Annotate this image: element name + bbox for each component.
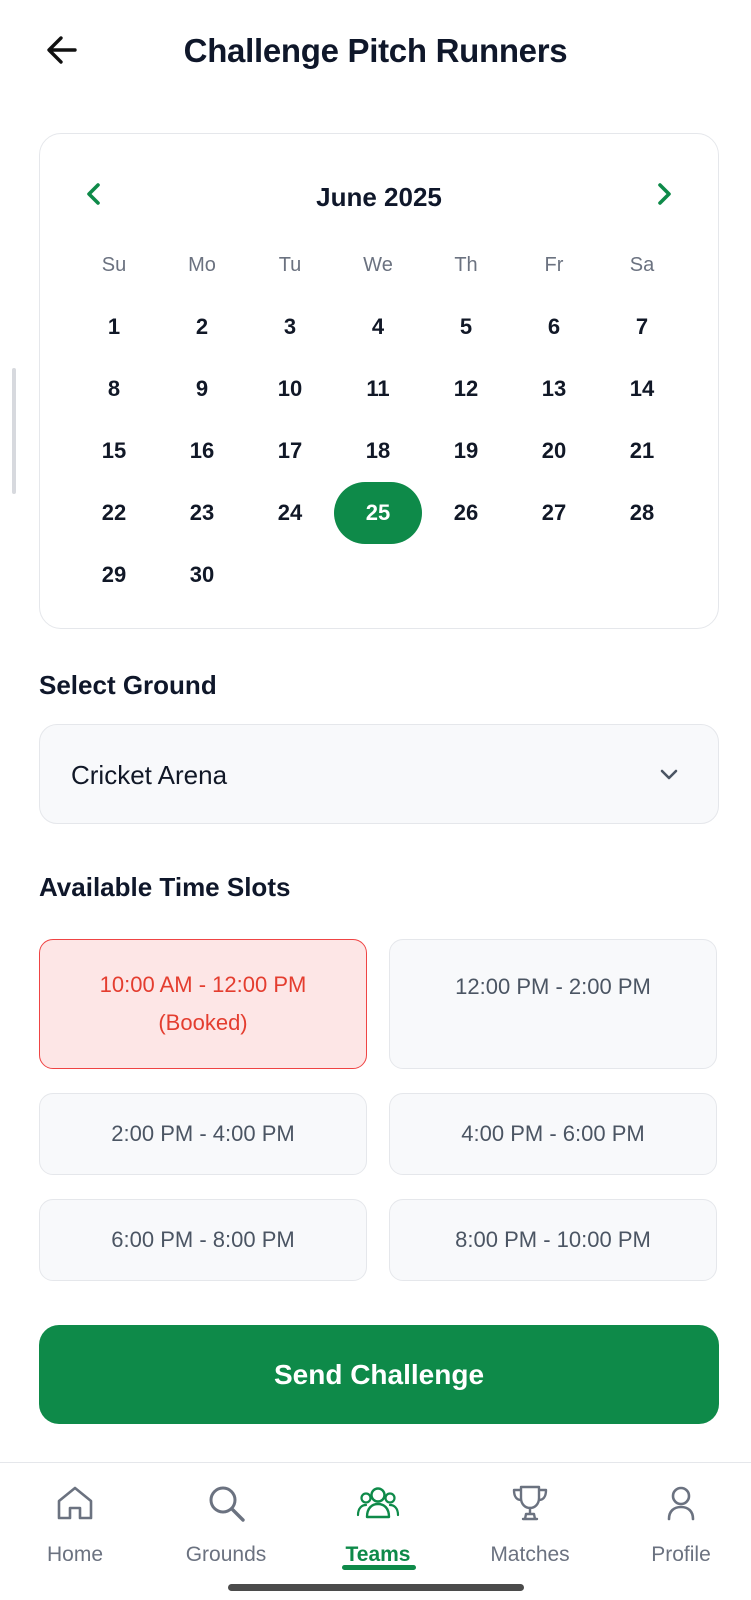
calendar-day[interactable]: 9 bbox=[158, 358, 246, 420]
time-slot-time: 4:00 PM - 6:00 PM bbox=[461, 1120, 645, 1146]
calendar-month-label: June 2025 bbox=[316, 182, 442, 212]
calendar-day[interactable]: 30 bbox=[158, 544, 246, 606]
time-slot-time: 8:00 PM - 10:00 PM bbox=[455, 1226, 651, 1252]
nav-item-grounds[interactable]: Grounds bbox=[151, 1463, 301, 1593]
calendar-day[interactable]: 16 bbox=[158, 420, 246, 482]
weekday-label: Sa bbox=[629, 253, 655, 276]
nav-label: Profile bbox=[651, 1543, 711, 1566]
time-slot-time: 6:00 PM - 8:00 PM bbox=[111, 1226, 295, 1252]
team-icon bbox=[356, 1487, 400, 1519]
nav-label: Home bbox=[46, 1543, 104, 1566]
time-slot[interactable]: 4:00 PM - 6:00 PM bbox=[389, 1093, 717, 1175]
time-slot[interactable]: 12:00 PM - 2:00 PM bbox=[389, 939, 717, 1069]
chevron-right-icon bbox=[658, 183, 671, 205]
weekday-label: Th bbox=[454, 253, 478, 276]
calendar-day[interactable]: 12 bbox=[422, 358, 510, 420]
weekday-label: Su bbox=[101, 253, 127, 276]
page-title: Challenge Pitch Runners bbox=[183, 32, 568, 69]
nav-item-matches[interactable]: Matches bbox=[455, 1463, 605, 1593]
time-slot-time: 10:00 AM - 12:00 PM bbox=[99, 971, 307, 997]
chevron-down-icon bbox=[660, 769, 678, 780]
calendar-day[interactable]: 26 bbox=[422, 482, 510, 544]
send-challenge-button[interactable]: Send Challenge bbox=[39, 1325, 719, 1424]
time-slots-label: Available Time Slots bbox=[39, 872, 291, 902]
search-icon bbox=[209, 1486, 245, 1522]
time-slot[interactable]: 2:00 PM - 4:00 PM bbox=[39, 1093, 367, 1175]
time-slot[interactable]: 8:00 PM - 10:00 PM bbox=[389, 1199, 717, 1281]
calendar-day[interactable]: 29 bbox=[70, 544, 158, 606]
ground-select-value: Cricket Arena bbox=[71, 760, 228, 790]
calendar-day[interactable]: 28 bbox=[598, 482, 686, 544]
calendar-day[interactable]: 23 bbox=[158, 482, 246, 544]
weekday-label: We bbox=[363, 253, 393, 276]
calendar-day[interactable]: 1 bbox=[70, 296, 158, 358]
calendar-day[interactable]: 5 bbox=[422, 296, 510, 358]
nav-label: Matches bbox=[490, 1543, 570, 1566]
calendar-day[interactable]: 6 bbox=[510, 296, 598, 358]
calendar-day[interactable]: 18 bbox=[334, 420, 422, 482]
home-icon bbox=[57, 1486, 93, 1520]
calendar-grid: Su Mo Tu We Th Fr Sa 1 2 3 4 5 6 7 8 9 1… bbox=[70, 234, 686, 606]
next-month-button[interactable] bbox=[644, 174, 684, 214]
calendar-day[interactable]: 27 bbox=[510, 482, 598, 544]
home-indicator bbox=[228, 1584, 524, 1591]
calendar-day[interactable]: 22 bbox=[70, 482, 158, 544]
calendar-day[interactable]: 21 bbox=[598, 420, 686, 482]
nav-item-home[interactable]: Home bbox=[0, 1463, 150, 1593]
bottom-nav: Home Grounds Teams Matches Profile bbox=[0, 1462, 751, 1600]
calendar-day[interactable]: 8 bbox=[70, 358, 158, 420]
time-slot-time: 2:00 PM - 4:00 PM bbox=[111, 1120, 295, 1146]
calendar-day-selected[interactable]: 25 bbox=[334, 482, 422, 544]
calendar-day[interactable]: 17 bbox=[246, 420, 334, 482]
calendar-day[interactable]: 10 bbox=[246, 358, 334, 420]
calendar-day[interactable]: 4 bbox=[334, 296, 422, 358]
nav-label: Teams bbox=[345, 1543, 411, 1566]
time-slot-booked: 10:00 AM - 12:00 PM (Booked) bbox=[39, 939, 367, 1069]
weekday-label: Fr bbox=[544, 253, 564, 276]
scroll-indicator[interactable] bbox=[12, 368, 16, 494]
weekday-label: Mo bbox=[188, 253, 216, 276]
calendar-day[interactable]: 2 bbox=[158, 296, 246, 358]
trophy-icon bbox=[512, 1485, 548, 1521]
weekday-label: Tu bbox=[278, 253, 302, 276]
nav-item-teams[interactable]: Teams bbox=[303, 1463, 453, 1593]
nav-label: Grounds bbox=[185, 1543, 267, 1566]
time-slot-time: 12:00 PM - 2:00 PM bbox=[455, 974, 651, 999]
time-slot[interactable]: 6:00 PM - 8:00 PM bbox=[39, 1199, 367, 1281]
calendar-day[interactable]: 7 bbox=[598, 296, 686, 358]
calendar-day[interactable]: 24 bbox=[246, 482, 334, 544]
booked-note: (Booked) bbox=[158, 1010, 248, 1035]
calendar-day[interactable]: 13 bbox=[510, 358, 598, 420]
calendar-day[interactable]: 19 bbox=[422, 420, 510, 482]
user-icon bbox=[667, 1486, 695, 1521]
ground-select[interactable]: Cricket Arena bbox=[39, 724, 719, 824]
calendar-day[interactable]: 15 bbox=[70, 420, 158, 482]
calendar-day[interactable]: 3 bbox=[246, 296, 334, 358]
calendar-day[interactable]: 14 bbox=[598, 358, 686, 420]
calendar-day[interactable]: 11 bbox=[334, 358, 422, 420]
select-ground-label: Select Ground bbox=[39, 670, 217, 700]
calendar-day[interactable]: 20 bbox=[510, 420, 598, 482]
active-tab-indicator bbox=[342, 1565, 416, 1570]
calendar: June 2025 Su Mo Tu We Th Fr Sa 1 2 3 4 5… bbox=[39, 133, 719, 629]
header: Challenge Pitch Runners bbox=[0, 0, 751, 110]
nav-item-profile[interactable]: Profile bbox=[606, 1463, 751, 1593]
